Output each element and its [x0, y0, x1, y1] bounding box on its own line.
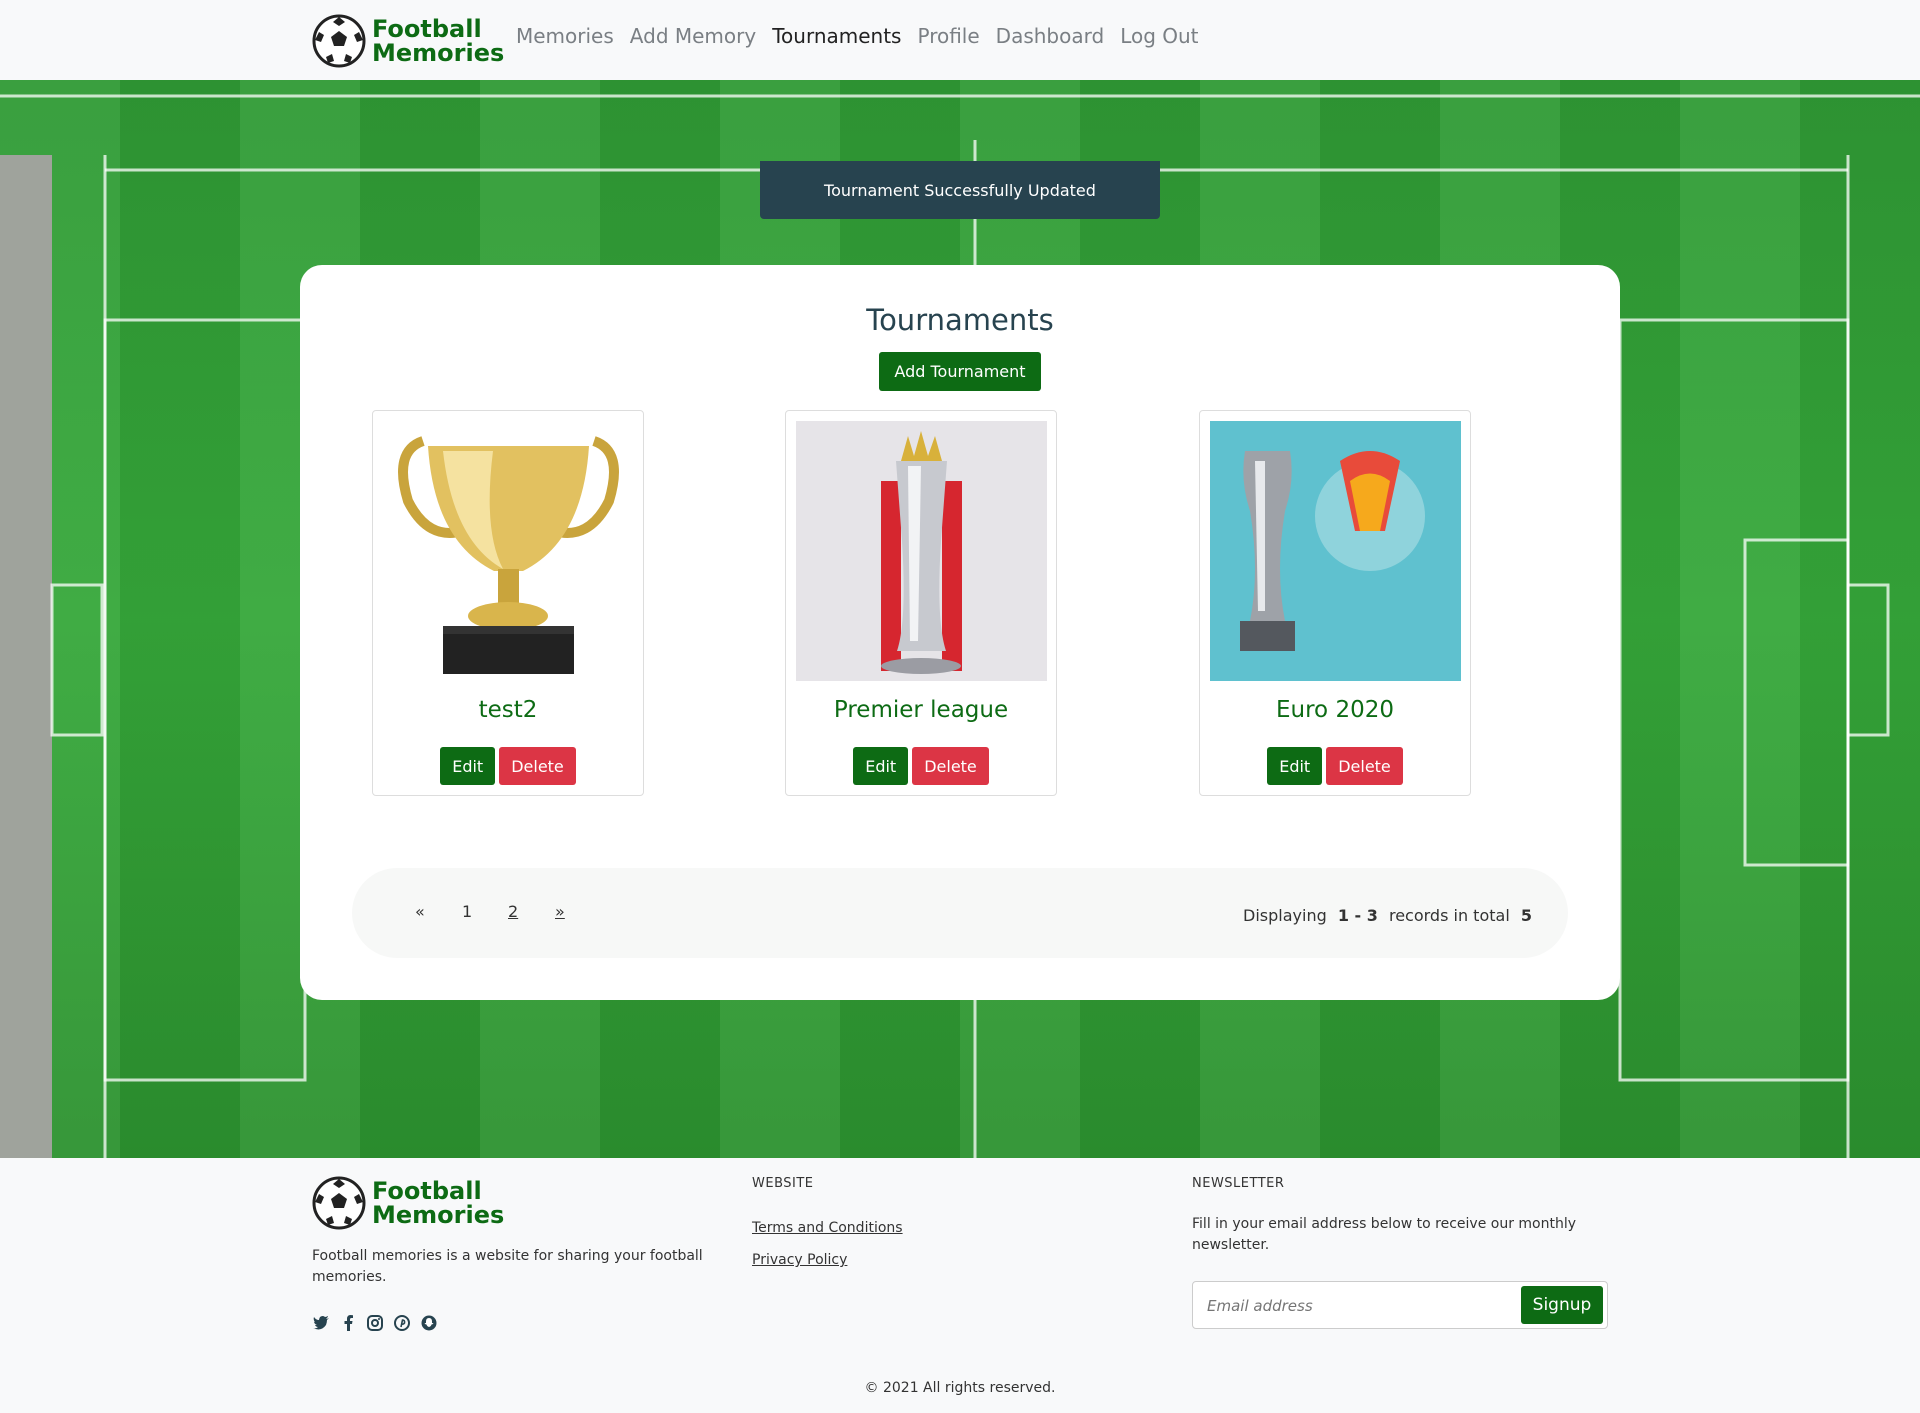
edit-button[interactable]: Edit	[1267, 747, 1323, 785]
delete-button[interactable]: Delete	[499, 747, 576, 785]
brand-line2: Memories	[372, 1201, 505, 1229]
euro-2020-trophy-icon	[1210, 421, 1461, 681]
terms-link[interactable]: Terms and Conditions	[752, 1220, 903, 1236]
football-icon	[312, 14, 366, 68]
pagination-info: Displaying 1 - 3 records in total 5	[1243, 906, 1538, 925]
delete-button[interactable]: Delete	[912, 747, 989, 785]
newsletter-form: Signup	[1192, 1281, 1608, 1329]
main-nav: Memories Add Memory Tournaments Profile …	[516, 24, 1215, 48]
brand-text: Football Memories	[372, 17, 504, 65]
nav-tournaments[interactable]: Tournaments	[772, 24, 901, 48]
nav-dashboard[interactable]: Dashboard	[996, 24, 1105, 48]
gold-trophy-icon	[383, 421, 634, 681]
premier-league-trophy-icon	[796, 421, 1047, 681]
pagination-range: 1 - 3	[1337, 906, 1378, 925]
pagination: « 1 2 » Displaying 1 - 3 records in tota…	[352, 868, 1568, 958]
tournament-name: Euro 2020	[1276, 697, 1394, 723]
pinterest-icon[interactable]	[393, 1314, 411, 1332]
navbar: Football Memories Memories Add Memory To…	[0, 0, 1920, 80]
website-heading: WEBSITE	[752, 1176, 814, 1191]
pagination-page-link[interactable]: 2	[508, 902, 518, 921]
pagination-page-current: 1	[462, 902, 473, 921]
pitch-background: Tournament Successfully Updated Tourname…	[0, 80, 1920, 1158]
twitter-icon[interactable]	[312, 1314, 330, 1332]
brand-line1: Football	[372, 1177, 482, 1205]
newsletter-heading: NEWSLETTER	[1192, 1176, 1285, 1191]
tournament-card: test2 Edit Delete	[372, 410, 644, 796]
email-input[interactable]	[1207, 1294, 1507, 1318]
newsletter-text: Fill in your email address below to rece…	[1192, 1216, 1577, 1253]
page-title: Tournaments	[866, 303, 1054, 337]
brand-logo[interactable]: Football Memories	[312, 14, 504, 68]
pagination-info-prefix: Displaying	[1243, 906, 1327, 925]
pagination-prev[interactable]: «	[415, 902, 425, 921]
pagination-info-middle: records in total	[1388, 906, 1510, 925]
social-links	[312, 1314, 447, 1332]
delete-button[interactable]: Delete	[1326, 747, 1403, 785]
tournament-name: test2	[478, 697, 538, 723]
edit-button[interactable]: Edit	[440, 747, 496, 785]
privacy-link[interactable]: Privacy Policy	[752, 1252, 847, 1268]
copyright: © 2021 All rights reserved.	[864, 1380, 1056, 1396]
nav-log-out[interactable]: Log Out	[1120, 24, 1198, 48]
tournaments-panel: Tournaments Add Tournament test2 Edit De…	[300, 265, 1620, 1000]
nav-add-memory[interactable]: Add Memory	[630, 24, 756, 48]
edit-button[interactable]: Edit	[853, 747, 909, 785]
facebook-icon[interactable]	[339, 1314, 357, 1332]
footer-brand-logo[interactable]: Football Memories	[312, 1176, 504, 1230]
snapchat-icon[interactable]	[420, 1314, 438, 1332]
brand-text: Football Memories	[372, 1179, 504, 1227]
brand-line1: Football	[372, 15, 482, 43]
add-tournament-button[interactable]: Add Tournament	[879, 352, 1041, 391]
instagram-icon[interactable]	[366, 1314, 384, 1332]
footer: Football Memories Football memories is a…	[0, 1158, 1920, 1413]
pagination-total: 5	[1520, 906, 1532, 925]
brand-line2: Memories	[372, 39, 505, 67]
tournament-card: Euro 2020 Edit Delete	[1199, 410, 1471, 796]
pagination-next[interactable]: »	[555, 902, 565, 921]
signup-button[interactable]: Signup	[1521, 1286, 1603, 1324]
tournament-card: Premier league Edit Delete	[785, 410, 1057, 796]
tournament-name: Premier league	[833, 697, 1009, 723]
nav-memories[interactable]: Memories	[516, 24, 614, 48]
footer-description: Football memories is a website for shari…	[312, 1248, 703, 1285]
football-icon	[312, 1176, 366, 1230]
nav-profile[interactable]: Profile	[917, 24, 979, 48]
success-toast: Tournament Successfully Updated	[760, 161, 1160, 219]
